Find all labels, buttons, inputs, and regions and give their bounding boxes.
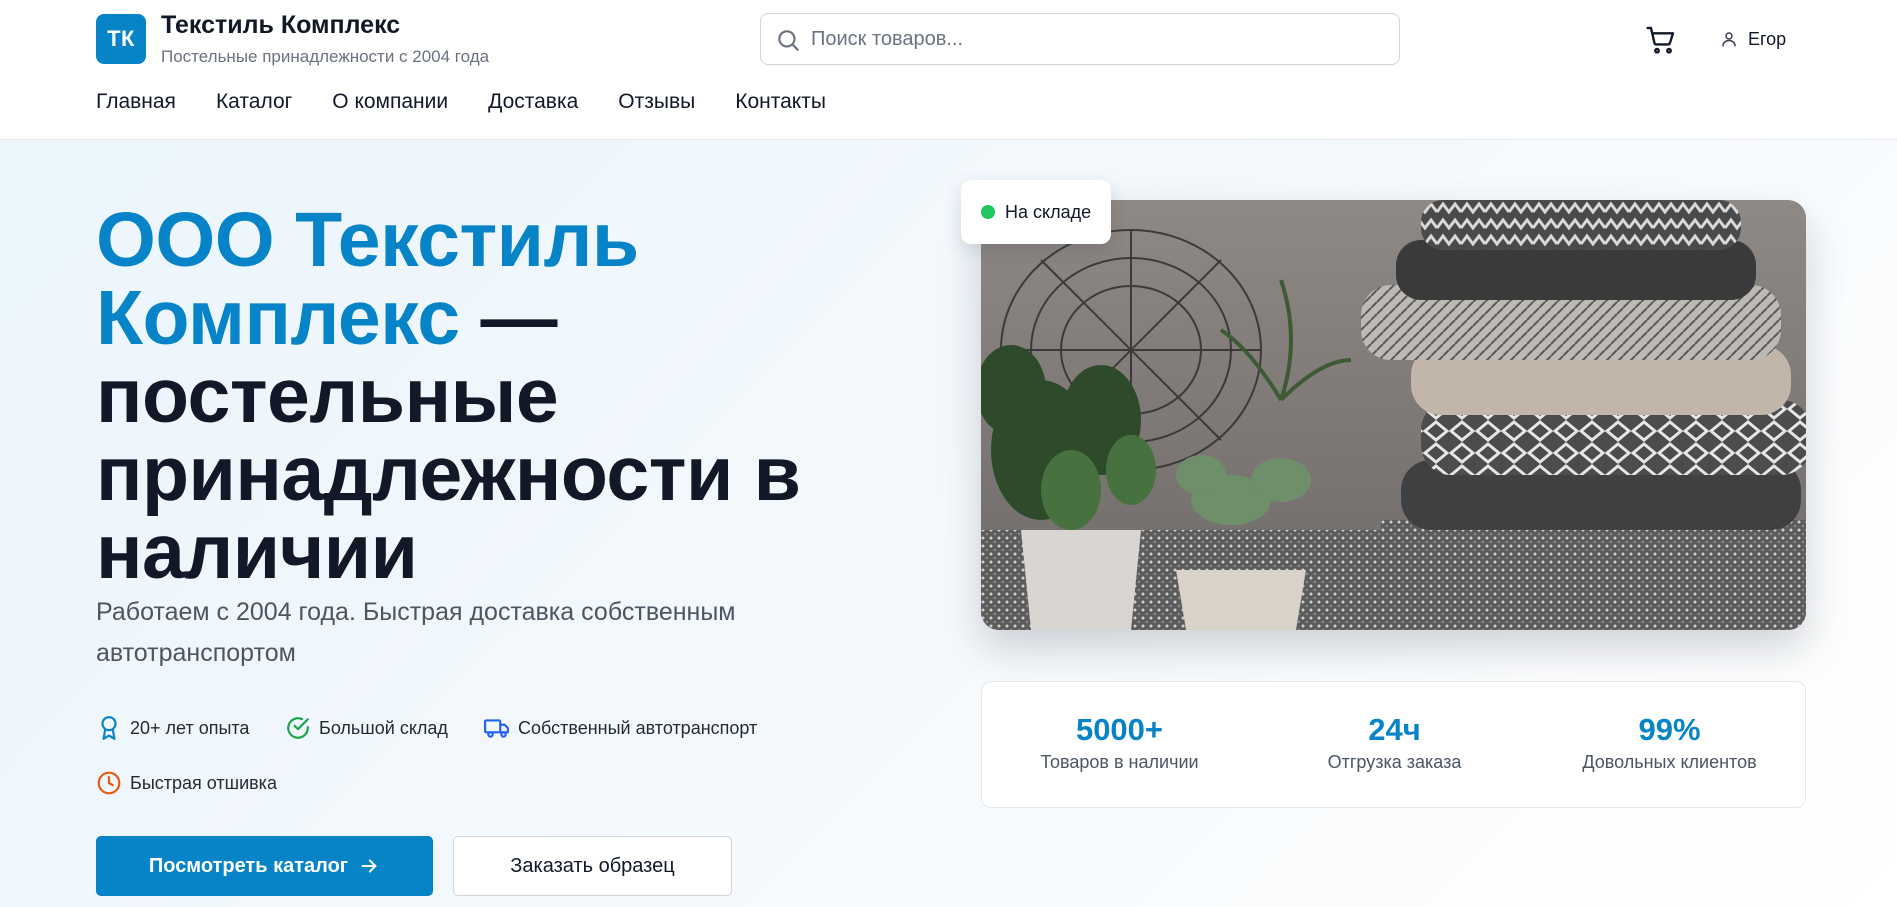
stat-value: 24ч <box>1368 712 1421 747</box>
feature-sewing: Быстрая отшивка <box>96 770 277 796</box>
stat-value: 5000+ <box>1075 712 1164 747</box>
user-name: Егор <box>1748 28 1787 49</box>
search-icon <box>778 30 799 51</box>
view-catalog-label: Посмотреть каталог <box>148 854 349 877</box>
feature-warehouse: Большой склад <box>285 715 448 741</box>
cart-icon[interactable] <box>1645 24 1677 56</box>
brand-title[interactable]: Текстиль Комплекс <box>161 11 400 40</box>
truck-icon <box>484 719 509 738</box>
nav-item-home[interactable]: Главная <box>96 90 176 114</box>
search-box <box>760 13 1400 65</box>
order-sample-button[interactable]: Заказать образец <box>453 836 732 896</box>
hero-product-image <box>981 200 1806 630</box>
nav-item-reviews[interactable]: Отзывы <box>618 90 695 114</box>
feature-label: Быстрая отшивка <box>130 772 277 793</box>
user-icon <box>1722 32 1736 47</box>
main-nav: Главная Каталог О компании Доставка Отзы… <box>96 90 866 114</box>
stat-products: 5000+ Товаров в наличии <box>982 682 1257 773</box>
nav-item-delivery[interactable]: Доставка <box>488 90 578 114</box>
feature-label: 20+ лет опыта <box>130 717 250 738</box>
feature-experience: 20+ лет опыта <box>96 715 249 741</box>
in-stock-label: На складе <box>1005 201 1092 222</box>
hero-subtitle: Работаем с 2004 года. Быстрая доставка с… <box>96 598 736 667</box>
user-menu[interactable]: Егор <box>1720 26 1786 52</box>
stat-label: Отгрузка заказа <box>1327 752 1462 772</box>
feature-label: Большой склад <box>319 717 448 738</box>
hero-section: ООО Текстиль Комплекс — постельные прина… <box>0 140 1897 907</box>
feature-label: Собственный автотранспорт <box>518 717 758 738</box>
nav-item-about[interactable]: О компании <box>332 90 448 114</box>
status-dot <box>981 205 995 219</box>
in-stock-badge: На складе <box>961 180 1112 244</box>
stats-card: 5000+ Товаров в наличии 24ч Отгрузка зак… <box>981 681 1806 808</box>
stat-shipping: 24ч Отгрузка заказа <box>1257 682 1532 773</box>
hero-headline: ООО Текстиль Комплекс — постельные прина… <box>96 201 856 591</box>
clock-icon <box>97 771 121 795</box>
nav-item-catalog[interactable]: Каталог <box>216 90 292 114</box>
hero-headline-accent: ООО Текстиль Комплекс <box>96 197 639 361</box>
pillows-illustration <box>981 200 1806 630</box>
feature-transport: Собственный автотранспорт <box>484 715 757 741</box>
arrow-right-icon <box>361 859 377 873</box>
brand-subtitle: Постельные принадлежности с 2004 года <box>161 47 490 66</box>
logo-badge[interactable]: ТК <box>96 14 146 64</box>
search-input[interactable] <box>811 14 1391 64</box>
site-header: ТК Текстиль Комплекс Постельные принадле… <box>0 0 1897 140</box>
stat-satisfaction: 99% Довольных клиентов <box>1532 682 1807 773</box>
nav-item-contacts[interactable]: Контакты <box>735 90 826 114</box>
award-icon <box>101 716 117 740</box>
check-circle-icon <box>287 717 309 739</box>
view-catalog-button[interactable]: Посмотреть каталог <box>96 836 433 896</box>
stat-label: Довольных клиентов <box>1582 752 1757 772</box>
stat-label: Товаров в наличии <box>1040 752 1199 772</box>
stat-value: 99% <box>1638 712 1701 747</box>
